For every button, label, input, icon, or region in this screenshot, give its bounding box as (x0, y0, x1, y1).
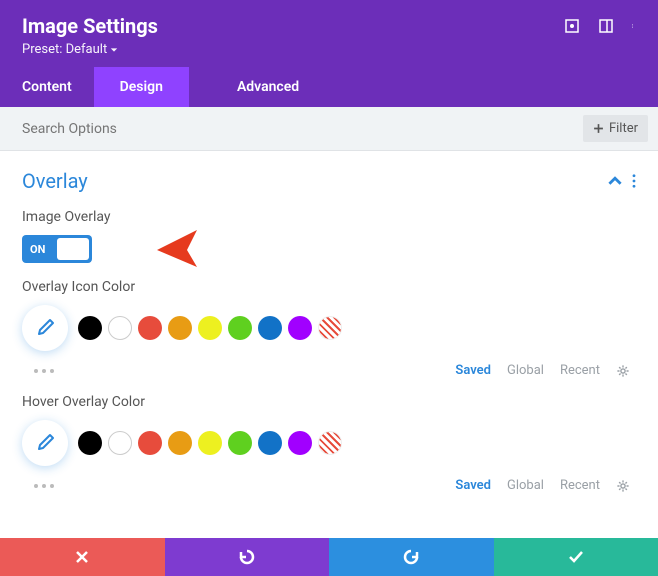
swatch-green[interactable] (228, 431, 252, 455)
plus-icon (593, 123, 604, 134)
swatch-blue[interactable] (258, 316, 282, 340)
preset-label: Preset: Default (22, 42, 107, 57)
search-input[interactable] (22, 121, 583, 137)
kebab-icon[interactable] (632, 174, 636, 188)
check-icon (567, 548, 585, 566)
overlay-icon-color-meta: Saved Global Recent (22, 363, 636, 378)
color-picker-button[interactable] (22, 420, 68, 466)
cancel-button[interactable] (0, 538, 165, 576)
palette-global[interactable]: Global (507, 363, 544, 378)
swatch-black[interactable] (78, 431, 102, 455)
hover-overlay-color-label: Hover Overlay Color (22, 394, 636, 410)
palette-global[interactable]: Global (507, 478, 544, 493)
palette-recent[interactable]: Recent (560, 363, 600, 378)
palette-recent[interactable]: Recent (560, 478, 600, 493)
eyedropper-icon (35, 318, 55, 338)
preset-dropdown[interactable]: Preset: Default (22, 42, 158, 57)
hover-overlay-color-meta: Saved Global Recent (22, 478, 636, 493)
swatch-purple[interactable] (288, 431, 312, 455)
modal-title: Image Settings (22, 14, 158, 38)
swatch-none[interactable] (318, 431, 342, 455)
palette-tabs: Saved Global Recent (455, 363, 630, 378)
redo-button[interactable] (329, 538, 494, 576)
more-swatches-icon[interactable] (34, 484, 54, 488)
pointer-arrow-icon (147, 225, 207, 271)
palette-saved[interactable]: Saved (455, 478, 491, 493)
tab-advanced[interactable]: Advanced (189, 67, 321, 107)
hover-overlay-color-swatches (22, 420, 636, 466)
swatch-green[interactable] (228, 316, 252, 340)
section-actions (608, 174, 636, 188)
color-picker-button[interactable] (22, 305, 68, 351)
palette-tabs: Saved Global Recent (455, 478, 630, 493)
swatch-none[interactable] (318, 316, 342, 340)
section-header: Overlay (22, 169, 636, 193)
swatch-white[interactable] (108, 316, 132, 340)
panel-content: Overlay Image Overlay ON Overlay Icon Co… (0, 151, 658, 511)
swatch-red[interactable] (138, 316, 162, 340)
header-actions (564, 18, 636, 34)
swatch-white[interactable] (108, 431, 132, 455)
modal-footer (0, 538, 658, 576)
filter-label: Filter (609, 121, 638, 136)
caret-down-icon (110, 46, 118, 54)
swatch-purple[interactable] (288, 316, 312, 340)
toggle-knob (57, 238, 89, 260)
swatch-yellow[interactable] (198, 431, 222, 455)
search-bar: Filter (0, 107, 658, 151)
modal-header: Image Settings Preset: Default (0, 0, 658, 67)
swatch-orange[interactable] (168, 431, 192, 455)
tab-content[interactable]: Content (0, 67, 94, 107)
portability-icon[interactable] (564, 18, 580, 34)
eyedropper-icon (35, 433, 55, 453)
redo-icon (402, 548, 420, 566)
undo-icon (238, 548, 256, 566)
toggle-on-text: ON (30, 243, 45, 256)
overlay-icon-color-swatches (22, 305, 636, 351)
gear-icon[interactable] (616, 364, 630, 378)
tab-bar: Content Design Advanced (0, 67, 658, 107)
more-swatches-icon[interactable] (34, 369, 54, 373)
palette-saved[interactable]: Saved (455, 363, 491, 378)
image-overlay-toggle[interactable]: ON (22, 235, 92, 263)
swatch-black[interactable] (78, 316, 102, 340)
tab-design[interactable]: Design (94, 67, 189, 107)
panel-icon[interactable] (598, 18, 614, 34)
image-overlay-label: Image Overlay (22, 209, 636, 225)
swatch-yellow[interactable] (198, 316, 222, 340)
undo-button[interactable] (165, 538, 330, 576)
chevron-up-icon[interactable] (608, 174, 622, 188)
close-icon (74, 549, 90, 565)
overlay-icon-color-label: Overlay Icon Color (22, 279, 636, 295)
swatch-red[interactable] (138, 431, 162, 455)
swatch-blue[interactable] (258, 431, 282, 455)
swatch-orange[interactable] (168, 316, 192, 340)
kebab-icon[interactable] (632, 18, 636, 34)
header-left: Image Settings Preset: Default (22, 14, 158, 57)
section-title: Overlay (22, 169, 88, 193)
filter-button[interactable]: Filter (583, 115, 648, 142)
gear-icon[interactable] (616, 479, 630, 493)
save-button[interactable] (494, 538, 658, 576)
